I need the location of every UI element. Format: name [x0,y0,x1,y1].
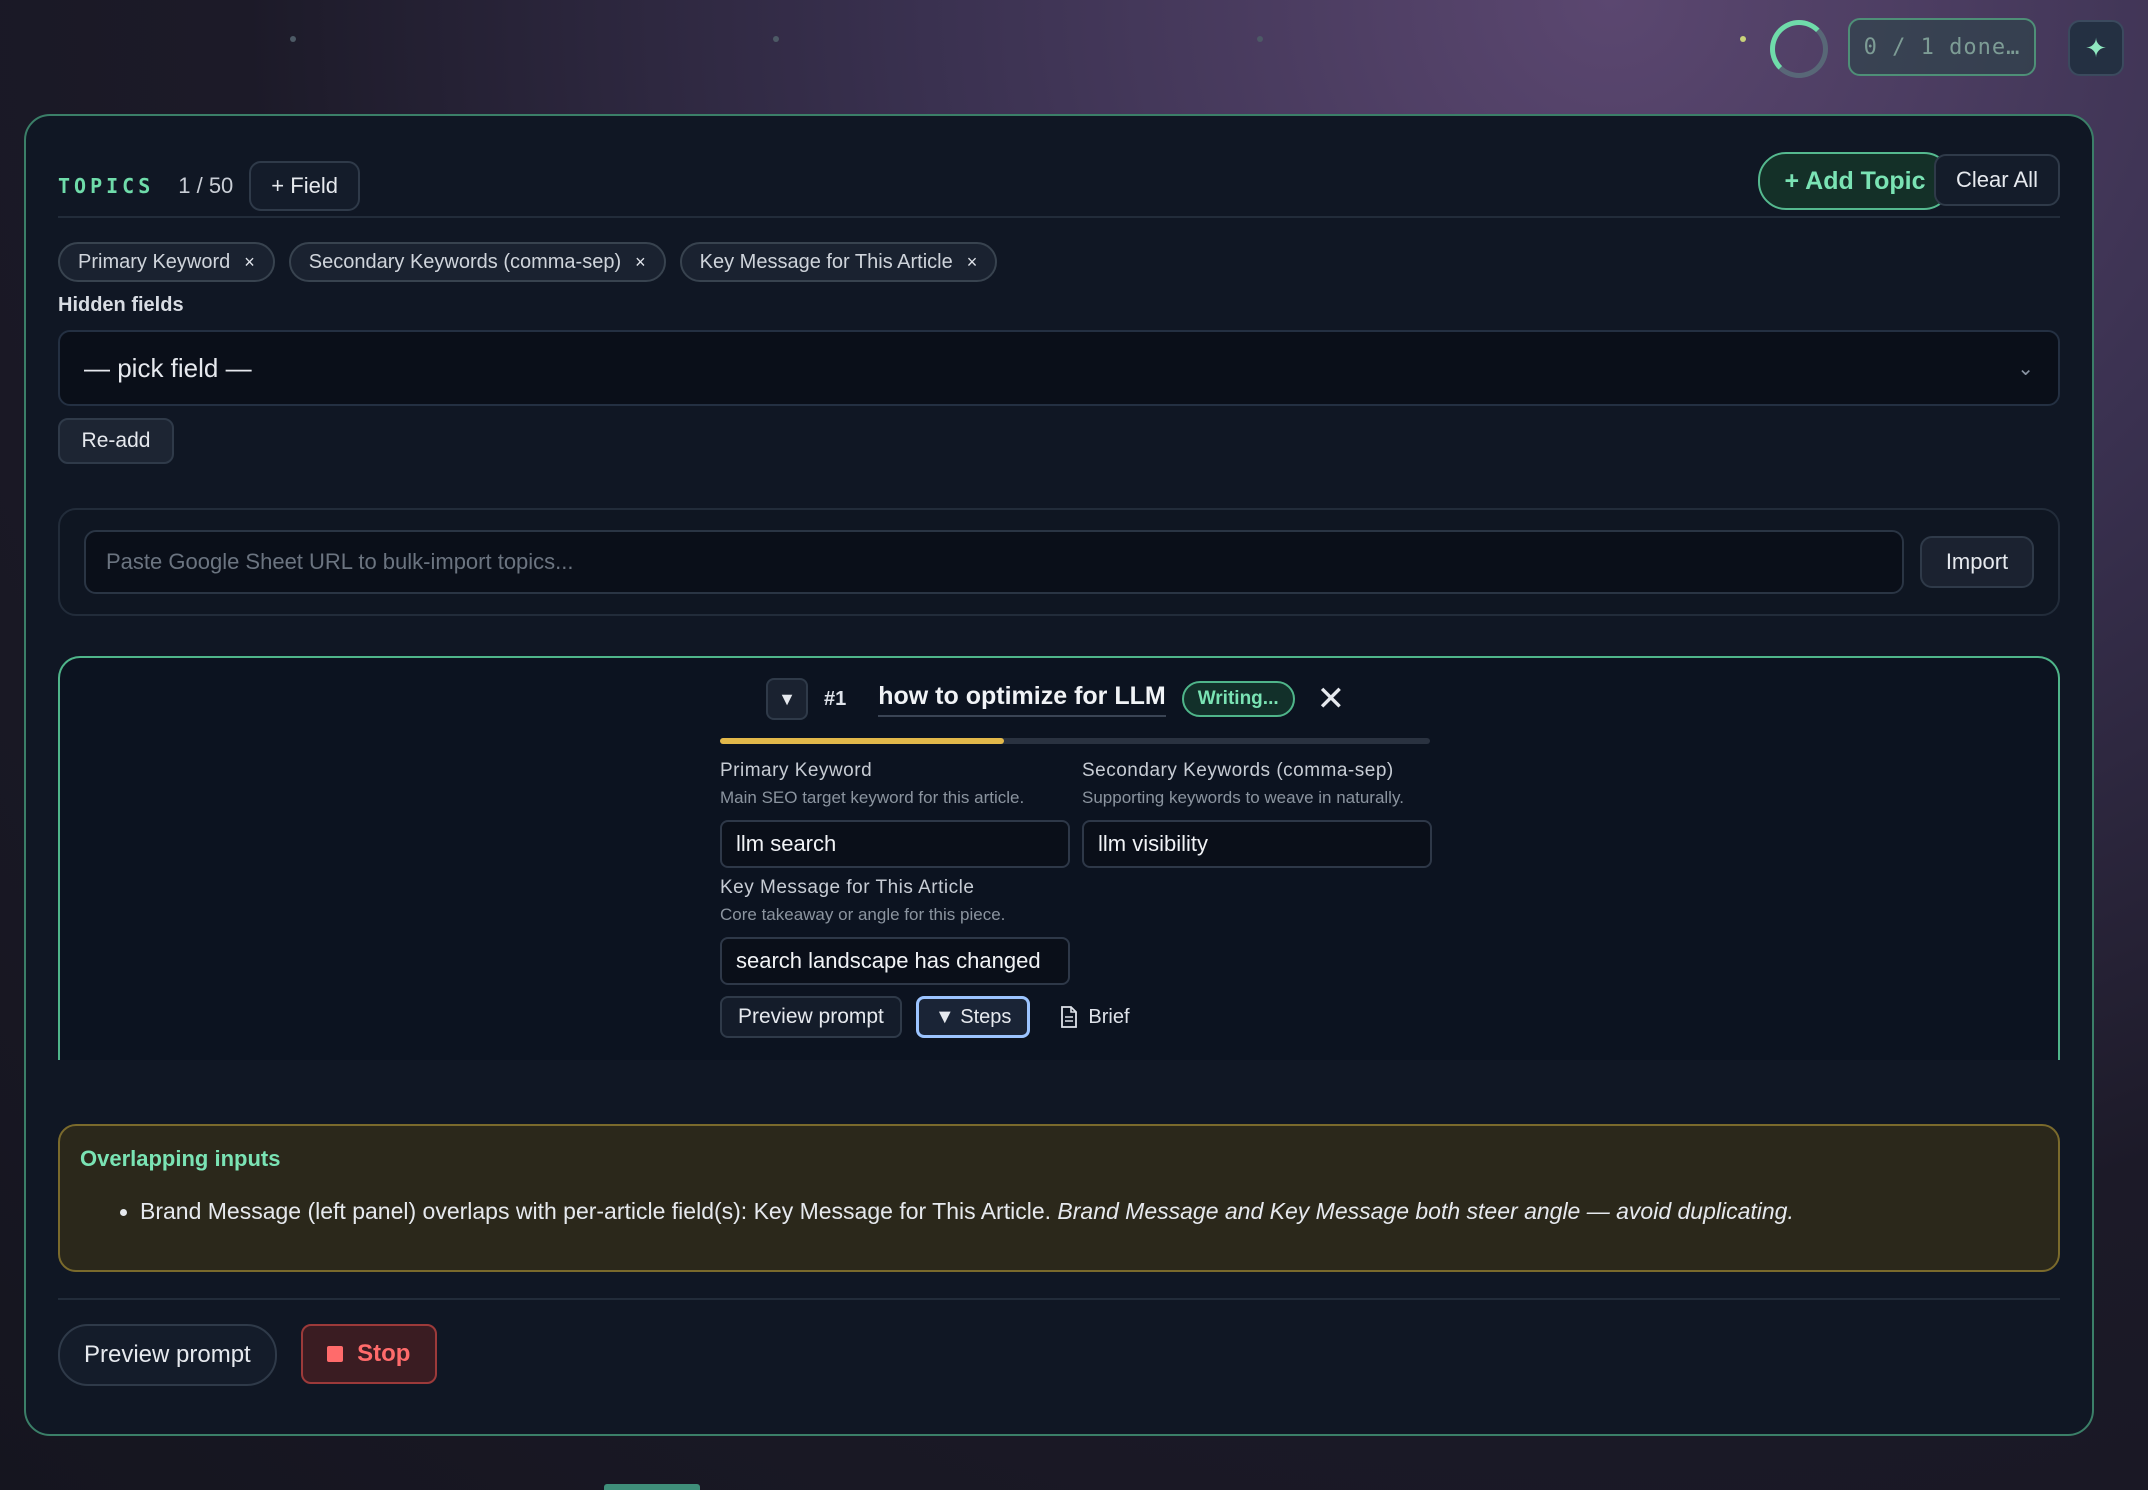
topics-panel: TOPICS 1 / 50 + Field + Add Topic Clear … [24,114,2094,1436]
stop-button[interactable]: Stop [300,1324,437,1384]
loading-spinner-icon [1770,20,1828,78]
field-chips: Primary Keyword × Secondary Keywords (co… [58,242,998,282]
hidden-field-select-value: — pick field — [84,352,252,383]
overlap-item-note: Brand Message and Key Message both steer… [1057,1198,1794,1224]
footer-preview-prompt-button[interactable]: Preview prompt [58,1324,277,1386]
sheet-url-input[interactable] [84,530,1904,594]
topic-progress-bar [720,738,1430,744]
decor-dot [1257,36,1263,42]
topic-card-actions: Preview prompt ▼ Steps Brief [720,996,1130,1038]
remove-chip-icon[interactable]: × [244,252,255,273]
sparkle-button[interactable]: ✦ [2068,20,2124,76]
scroll-indicator[interactable] [604,1484,700,1490]
topic-card: ▼ #1 how to optimize for LLM Writing... … [58,656,2060,1060]
field-chip: Secondary Keywords (comma-sep) × [288,242,666,282]
divider [58,1298,2060,1300]
progress-pill[interactable]: 0 / 1 done… [1848,18,2036,76]
hidden-field-select[interactable]: — pick field — ⌄ [58,330,2060,406]
remove-chip-icon[interactable]: × [635,252,646,273]
field-label: Primary Keyword [720,760,873,781]
steps-toggle-button[interactable]: ▼ Steps [915,996,1031,1038]
topic-number: #1 [824,687,847,710]
sparkle-icon: ✦ [2085,32,2107,63]
top-bar: 0 / 1 done… ✦ [0,0,2148,92]
footer-actions: Preview prompt Stop [58,1324,437,1386]
secondary-keywords-input[interactable]: llm visibility [1082,820,1432,868]
decor-dot [773,36,779,42]
import-button[interactable]: Import [1920,536,2034,588]
overlap-title: Overlapping inputs [80,1146,281,1171]
brief-label: Brief [1088,1005,1130,1028]
field-chip: Primary Keyword × [58,242,275,282]
add-topic-button[interactable]: + Add Topic [1758,152,1952,210]
preview-prompt-button[interactable]: Preview prompt [720,996,902,1038]
topic-title[interactable]: how to optimize for LLM [878,682,1166,717]
hidden-fields-label: Hidden fields [58,294,184,316]
overlap-item-text: Brand Message (left panel) overlaps with… [140,1198,1052,1224]
field-secondary-keywords: Secondary Keywords (comma-sep) Supportin… [1082,760,1432,868]
overlap-item: Brand Message (left panel) overlaps with… [120,1198,1794,1225]
chevron-down-icon: ⌄ [2017,357,2034,380]
key-message-input[interactable]: search landscape has changed [720,937,1070,985]
field-chip-label: Secondary Keywords (comma-sep) [308,250,622,273]
divider [58,216,2060,218]
stop-label: Stop [357,1340,411,1367]
remove-chip-icon[interactable]: × [967,252,978,273]
field-chip-label: Primary Keyword [78,250,231,273]
collapse-button[interactable]: ▼ [766,678,808,720]
topics-count: 1 / 50 [178,173,234,198]
readd-button[interactable]: Re-add [58,418,174,464]
clear-all-button[interactable]: Clear All [1934,154,2060,206]
field-help: Supporting keywords to weave in naturall… [1082,788,1404,807]
decor-dot [290,36,296,42]
topic-progress-fill [720,738,1004,744]
topic-card-header: ▼ #1 how to optimize for LLM Writing... … [766,678,1345,720]
status-badge: Writing... [1181,681,1295,717]
field-label: Secondary Keywords (comma-sep) [1082,760,1394,781]
field-help: Core takeaway or angle for this piece. [720,905,1006,924]
document-icon [1061,1006,1078,1028]
field-chip-label: Key Message for This Article [699,250,953,273]
status-dot [1740,36,1746,42]
close-icon[interactable]: ✕ [1317,682,1346,716]
primary-keyword-input[interactable]: llm search [720,820,1070,868]
field-help: Main SEO target keyword for this article… [720,788,1025,807]
field-label: Key Message for This Article [720,877,975,898]
brief-button[interactable]: Brief [1060,1005,1130,1029]
stop-icon [327,1346,344,1362]
import-box: Import [58,508,2060,616]
field-key-message: Key Message for This Article Core takeaw… [720,877,1070,985]
topics-title: TOPICS [58,174,155,198]
add-field-button[interactable]: + Field [249,161,360,211]
field-primary-keyword: Primary Keyword Main SEO target keyword … [720,760,1070,868]
field-chip: Key Message for This Article × [679,242,998,282]
overlap-warning: Overlapping inputs Brand Message (left p… [58,1124,2060,1272]
